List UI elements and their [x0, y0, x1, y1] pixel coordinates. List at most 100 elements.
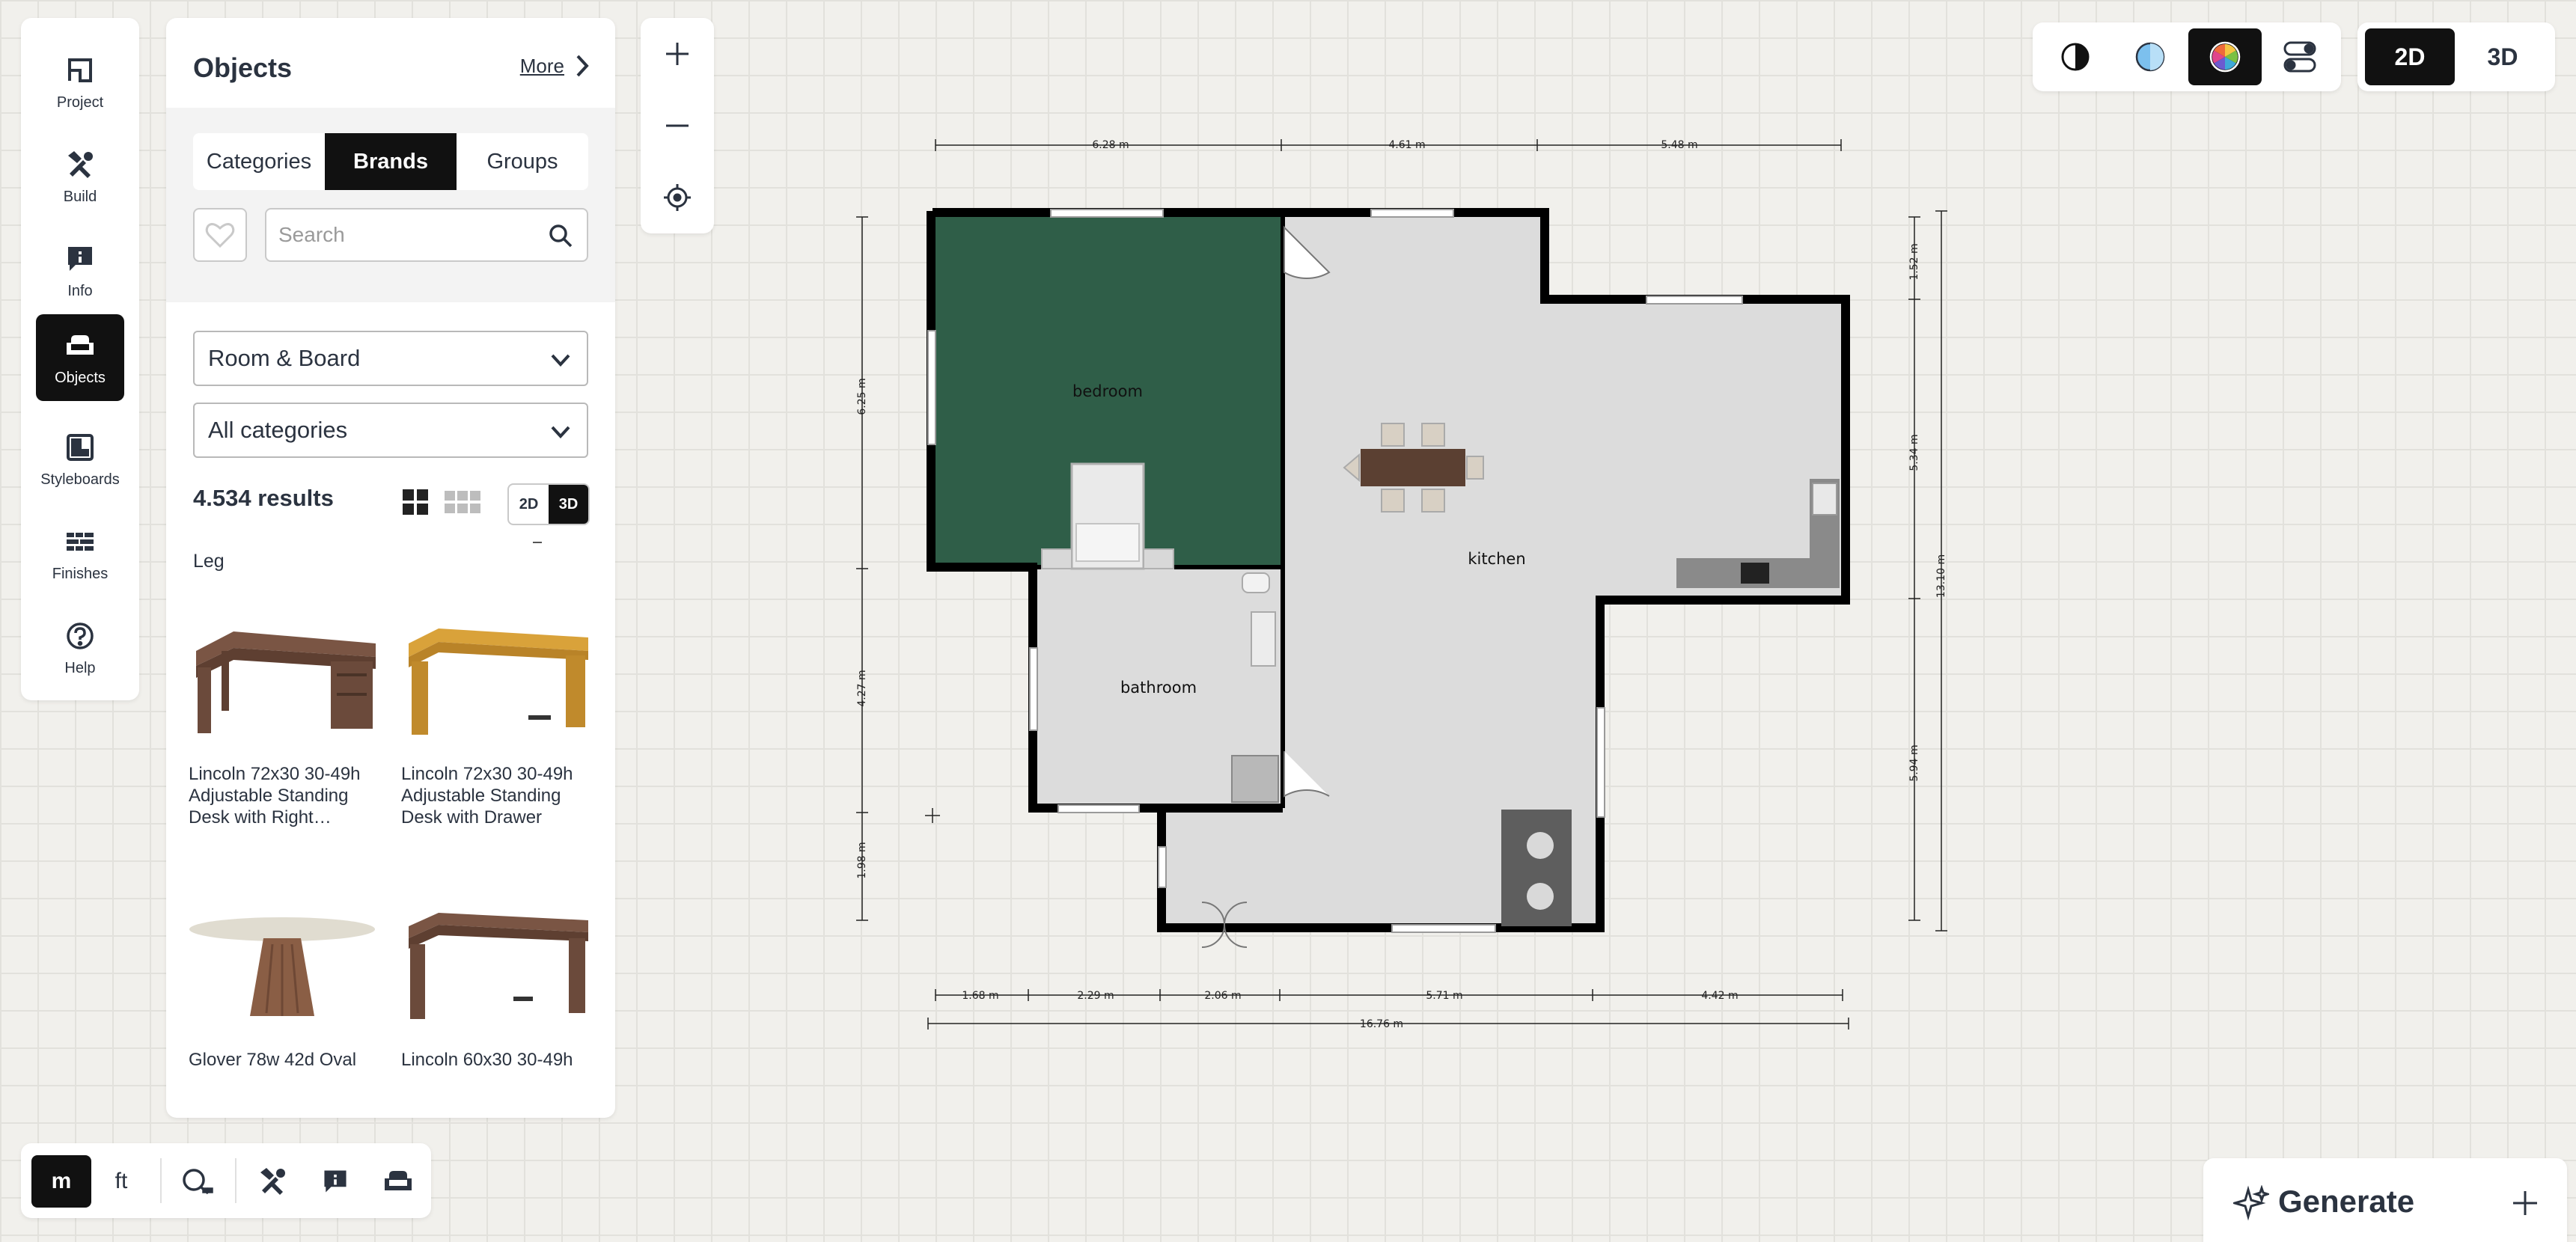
dim-left-3: 1.98 m	[856, 842, 868, 878]
nav-project-label: Project	[56, 94, 104, 111]
crosshair-icon	[664, 184, 691, 211]
measure-button[interactable]	[168, 1155, 228, 1208]
product-image	[189, 884, 376, 1049]
product-card[interactable]: Lincoln 72x30 30-49h Adjustable Standing…	[189, 599, 376, 828]
product-image	[401, 884, 588, 1049]
more-link[interactable]: More	[520, 54, 590, 78]
info-icon	[68, 246, 92, 271]
thumb-3d-button[interactable]: 3D	[549, 485, 588, 524]
results-count: 4.534 results	[193, 485, 334, 511]
dim-bottom-4: 5.71 m	[1426, 990, 1462, 1002]
dim-top-1: 6.28 m	[1092, 139, 1129, 151]
unit-feet-button[interactable]: ft	[91, 1155, 151, 1208]
nav-help-label: Help	[64, 659, 96, 676]
dim-bottom-5: 4.42 m	[1701, 990, 1738, 1002]
divider	[160, 1158, 162, 1203]
nav-objects-label: Objects	[55, 369, 106, 386]
objects-panel: Objects More Categories Brands Groups Ro…	[166, 18, 615, 1118]
view-dimension-switch: 2D 3D	[2357, 22, 2555, 91]
objects-title: Objects	[193, 52, 293, 83]
zoom-out-button[interactable]	[641, 90, 714, 162]
nav-finishes[interactable]: Finishes	[36, 510, 124, 597]
contrast-icon	[2061, 43, 2090, 71]
room-label-bedroom: bedroom	[1072, 382, 1143, 400]
dim-right-1: 1.52 m	[1908, 243, 1920, 280]
thumbnail-2d-3d-toggle: 2D 3D	[507, 483, 590, 525]
heart-icon	[205, 223, 235, 248]
product-image	[189, 599, 376, 763]
large-grid-icon[interactable]	[403, 489, 428, 515]
search-icon[interactable]	[548, 223, 573, 248]
generate-panel[interactable]: Generate	[2203, 1158, 2567, 1242]
product-image	[401, 599, 588, 763]
objects-icon	[385, 1171, 412, 1190]
nav-build-label: Build	[63, 188, 97, 205]
search-box	[265, 208, 588, 262]
product-card[interactable]: Lincoln 72x30 30-49h Adjustable Standing…	[401, 599, 588, 828]
sofa[interactable]	[1501, 810, 1572, 926]
nav-project[interactable]: Project	[36, 39, 124, 126]
small-grid-icon[interactable]	[445, 489, 480, 515]
thumb-2d-button[interactable]: 2D	[509, 485, 549, 524]
layer-settings-button[interactable]	[2263, 28, 2337, 85]
dim-right-total: 13.10 m	[1935, 554, 1947, 598]
chevron-right-icon	[576, 55, 589, 77]
info-icon	[324, 1170, 347, 1193]
dim-right-3: 5.94 m	[1908, 744, 1920, 781]
tab-categories[interactable]: Categories	[193, 133, 325, 190]
view-3d-button[interactable]: 3D	[2458, 28, 2548, 85]
nav-styleboards-label: Styleboards	[40, 471, 120, 488]
brand-select[interactable]: Room & Board	[193, 331, 588, 386]
nav-objects[interactable]: Objects	[36, 314, 124, 401]
styleboards-icon	[67, 433, 94, 461]
zoom-in-button[interactable]	[641, 18, 714, 90]
dim-left-1: 6.25 m	[856, 378, 868, 414]
dim-bottom-2: 2.29 m	[1077, 990, 1114, 1002]
nav-build[interactable]: Build	[36, 133, 124, 220]
objects-tool-button[interactable]	[368, 1155, 428, 1208]
tab-groups[interactable]: Groups	[457, 133, 588, 190]
blueprint-mode-button[interactable]	[2113, 28, 2187, 85]
dim-bottom-total: 16.76 m	[1360, 1018, 1403, 1030]
plus-icon	[666, 43, 689, 65]
recenter-button[interactable]	[641, 162, 714, 233]
color-wheel-icon	[2209, 41, 2241, 73]
objects-icon	[67, 334, 94, 355]
blue-circle-icon	[2135, 42, 2165, 72]
plus-icon[interactable]	[2512, 1190, 2539, 1217]
tab-brands[interactable]: Brands	[325, 133, 457, 190]
room-label-bathroom: bathroom	[1120, 679, 1197, 697]
info-tool-button[interactable]	[305, 1155, 365, 1208]
dim-top-3: 5.48 m	[1661, 139, 1697, 151]
project-icon	[68, 58, 92, 82]
nav-styleboards[interactable]: Styleboards	[36, 416, 124, 503]
dim-left-2: 4.27 m	[856, 670, 868, 706]
color-mode-button[interactable]	[2188, 28, 2262, 85]
contrast-mode-button[interactable]	[2039, 28, 2112, 85]
category-select[interactable]: All categories	[193, 403, 588, 458]
nav-info[interactable]: Info	[36, 227, 124, 314]
minus-icon	[666, 124, 689, 127]
product-name: Lincoln 72x30 30-49h Adjustable Standing…	[189, 764, 361, 828]
dim-right-2: 5.34 m	[1908, 434, 1920, 471]
product-card[interactable]: Lincoln 60x30 30-49h	[401, 884, 588, 1071]
chevron-down-icon	[551, 426, 570, 438]
bottom-toolbar: m ft	[21, 1143, 431, 1218]
favorites-button[interactable]	[193, 208, 247, 262]
build-tool-button[interactable]	[242, 1155, 302, 1208]
nav-help[interactable]: Help	[36, 605, 124, 691]
divider	[235, 1158, 236, 1203]
dim-bottom-1: 1.68 m	[962, 990, 998, 1002]
zoom-controls	[641, 18, 714, 233]
left-navigation: Project Build Info Objects Styleboards F…	[21, 18, 139, 700]
search-input[interactable]	[278, 220, 533, 250]
dim-top-2: 4.61 m	[1388, 139, 1425, 151]
render-mode-toolbar	[2033, 22, 2341, 91]
view-2d-button[interactable]: 2D	[2365, 28, 2455, 85]
unit-meters-button[interactable]: m	[31, 1155, 91, 1208]
product-card[interactable]: Glover 78w 42d Oval	[189, 884, 376, 1071]
nav-info-label: Info	[67, 282, 93, 299]
dim-bottom-3: 2.06 m	[1204, 990, 1241, 1002]
room-label-kitchen: kitchen	[1468, 550, 1525, 568]
toggle-settings-icon	[2283, 41, 2316, 73]
